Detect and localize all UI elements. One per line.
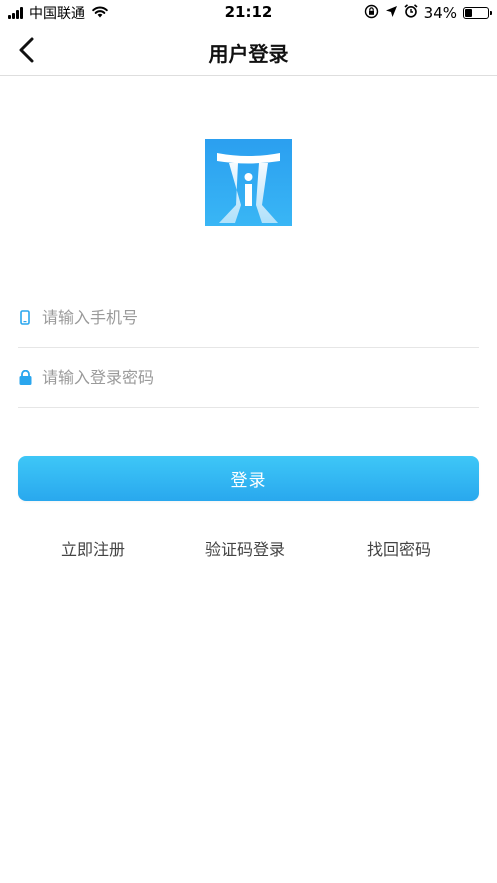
- forgot-password-link[interactable]: 找回密码: [367, 536, 431, 560]
- battery-percent: 34%: [423, 4, 457, 22]
- phone-input-row: [18, 288, 479, 348]
- page-title: 用户登录: [208, 42, 289, 66]
- password-input[interactable]: [42, 368, 442, 387]
- register-link[interactable]: 立即注册: [61, 536, 125, 560]
- lock-icon: [18, 370, 32, 386]
- phone-icon: [18, 310, 32, 326]
- location-icon: [385, 4, 398, 22]
- battery-icon: [463, 7, 492, 19]
- navigation-bar: 用户登录: [0, 26, 497, 76]
- login-screen: 中国联通 21:12 34% 用户登录 请输入手机号 登录 立即注册 验证码登录…: [0, 0, 497, 883]
- status-bar: 中国联通 21:12 34%: [0, 0, 497, 26]
- login-button[interactable]: 登录: [18, 456, 479, 501]
- phone-input[interactable]: [42, 308, 442, 327]
- password-input-row: [18, 348, 479, 408]
- status-right: 34%: [358, 3, 492, 23]
- orientation-lock-icon: [364, 4, 379, 23]
- sms-login-link[interactable]: 验证码登录: [205, 536, 285, 560]
- app-logo: [205, 139, 292, 226]
- alarm-icon: [404, 4, 418, 22]
- battery-level-fill: [465, 9, 472, 17]
